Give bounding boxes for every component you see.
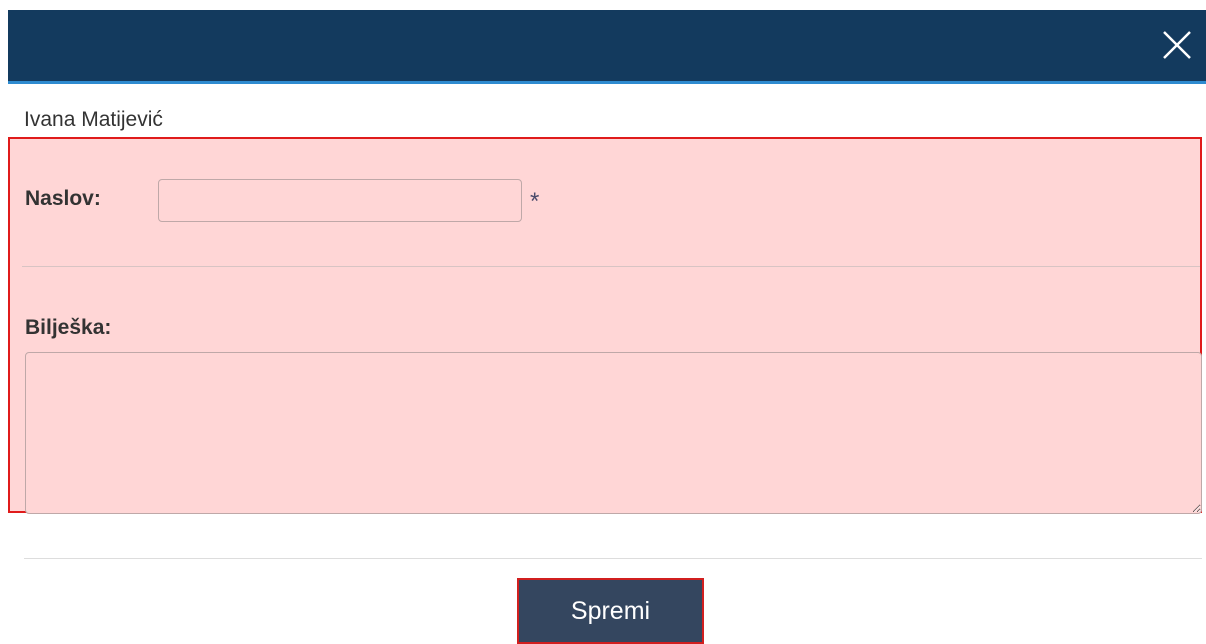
- footer-divider: [24, 558, 1202, 559]
- note-label: Bilješka:: [25, 316, 112, 339]
- title-input[interactable]: [158, 179, 522, 222]
- user-name: Ivana Matijević: [24, 108, 163, 131]
- form-divider: [22, 266, 1200, 267]
- dialog-header: [8, 10, 1206, 84]
- title-label: Naslov:: [25, 187, 101, 210]
- close-icon: [1163, 31, 1191, 59]
- save-button[interactable]: Spremi: [517, 578, 704, 644]
- note-form: Naslov: * Bilješka:: [8, 137, 1202, 514]
- note-dialog: Ivana Matijević Naslov: * Bilješka: Spre…: [0, 0, 1206, 644]
- close-button[interactable]: [1160, 28, 1194, 62]
- required-marker: *: [530, 188, 540, 215]
- note-textarea[interactable]: [25, 352, 1202, 514]
